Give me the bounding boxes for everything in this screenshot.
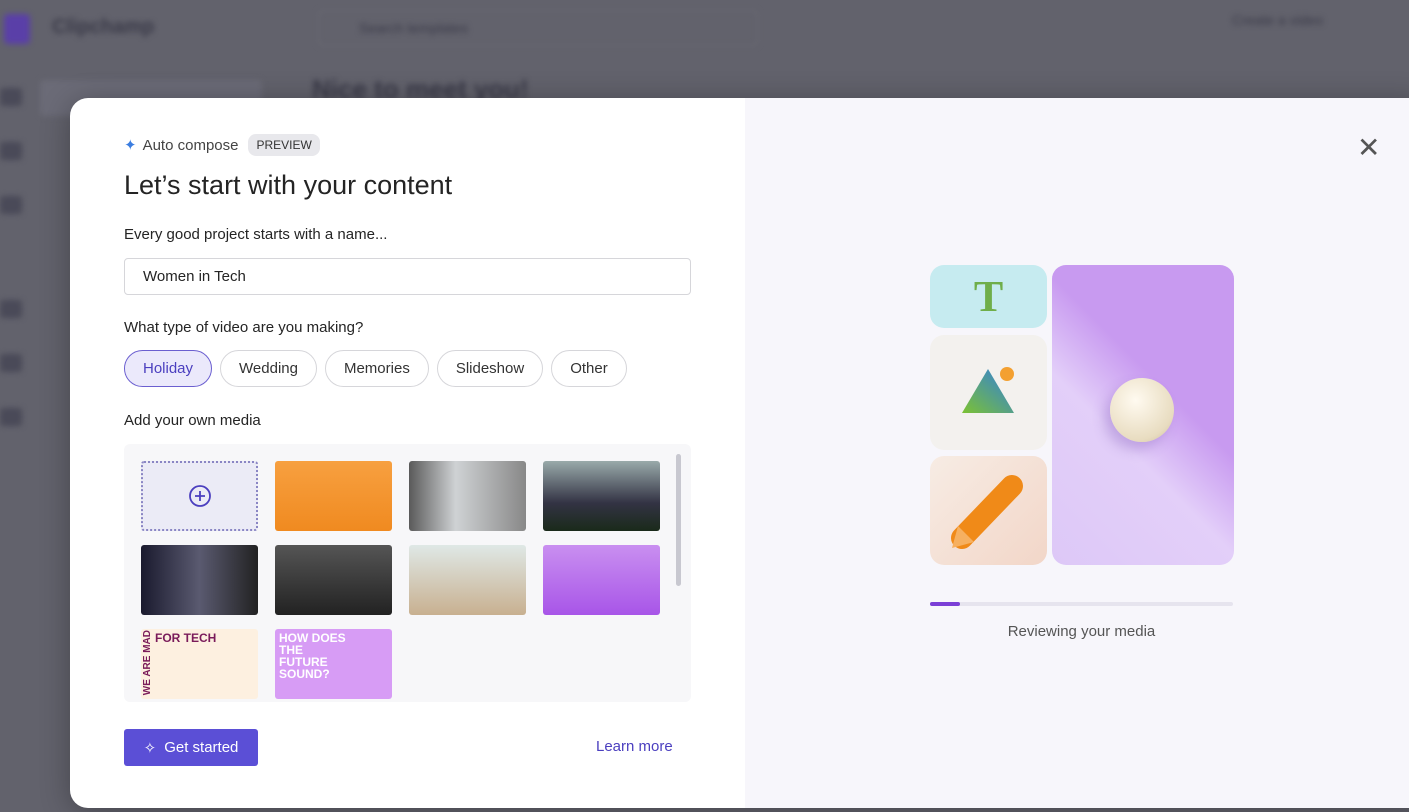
type-slideshow[interactable]: Slideshow: [436, 350, 544, 387]
sidebar-icon: [0, 142, 22, 160]
type-other[interactable]: Other: [551, 350, 627, 387]
poster-text: FOR TECH: [155, 631, 217, 645]
status-text: Reviewing your media: [1007, 623, 1156, 640]
sphere-icon: [1110, 378, 1174, 442]
media-thumbnail[interactable]: [543, 461, 660, 531]
media-thumbnail[interactable]: [141, 545, 258, 615]
media-thumbnail[interactable]: HOW DOES THE FUTURE SOUND?: [275, 629, 392, 699]
poster-text: HOW DOES THE FUTURE SOUND?: [279, 631, 346, 681]
name-label: Every good project starts with a name...: [124, 226, 388, 243]
close-icon[interactable]: ✕: [1357, 134, 1380, 162]
search-bar: Search templates: [318, 10, 758, 46]
get-started-label: Get started: [164, 739, 239, 756]
poster-vertical-text: WE ARE MAD: [142, 629, 153, 695]
learn-more-link[interactable]: Learn more: [596, 738, 673, 755]
media-thumbnail[interactable]: [409, 461, 526, 531]
media-label: Add your own media: [124, 412, 261, 429]
home-icon: [0, 88, 22, 106]
media-thumbnail[interactable]: [275, 545, 392, 615]
project-name-input[interactable]: [124, 258, 691, 295]
progress-bar: [930, 602, 1233, 606]
pencil-icon: [951, 475, 1023, 549]
type-label: What type of video are you making?: [124, 319, 364, 336]
sidebar-icon: [0, 408, 22, 426]
video-tile: [1052, 265, 1234, 565]
add-media-button[interactable]: [141, 461, 258, 531]
sidebar-icon: [0, 196, 22, 214]
media-thumbnail[interactable]: [543, 545, 660, 615]
pencil-tile: [930, 456, 1047, 565]
video-type-options: Holiday Wedding Memories Slideshow Other: [124, 350, 627, 387]
dialog-title: Let’s start with your content: [124, 170, 453, 200]
auto-compose-dialog: ✦ Auto compose PREVIEW Let’s start with …: [70, 98, 1409, 808]
plus-circle-icon: [188, 485, 211, 507]
type-holiday[interactable]: Holiday: [124, 350, 213, 387]
progress-panel: ✕ T Reviewing your media: [745, 98, 1409, 808]
create-video-button: Create a video: [1232, 12, 1324, 28]
sidebar-icon: [0, 300, 22, 318]
sidebar-icon: [0, 354, 22, 372]
text-tile: T: [930, 265, 1047, 328]
app-logo: [4, 14, 30, 44]
get-started-button[interactable]: ✧ Get started: [124, 729, 258, 766]
type-memories[interactable]: Memories: [324, 350, 429, 387]
text-icon: T: [973, 272, 1004, 321]
media-thumbnail[interactable]: [409, 545, 526, 615]
feature-name: Auto compose: [142, 136, 239, 154]
feature-header: ✦ Auto compose PREVIEW: [124, 134, 320, 156]
media-thumbnail[interactable]: WE ARE MAD FOR TECH: [141, 629, 258, 699]
media-thumbnail[interactable]: [275, 461, 392, 531]
progress-fill: [930, 602, 961, 606]
type-wedding[interactable]: Wedding: [220, 350, 317, 387]
image-icon: [962, 367, 1014, 413]
image-tile: [930, 335, 1047, 450]
media-grid: WE ARE MAD FOR TECH HOW DOES THE FUTURE …: [124, 444, 691, 702]
sparkle-icon: ✦: [124, 137, 137, 154]
scrollbar[interactable]: [676, 454, 681, 586]
form-panel: ✦ Auto compose PREVIEW Let’s start with …: [70, 98, 745, 808]
preview-badge: PREVIEW: [248, 134, 320, 156]
app-name: Clipchamp: [52, 16, 155, 38]
sparkle-icon: ✧: [143, 739, 157, 757]
